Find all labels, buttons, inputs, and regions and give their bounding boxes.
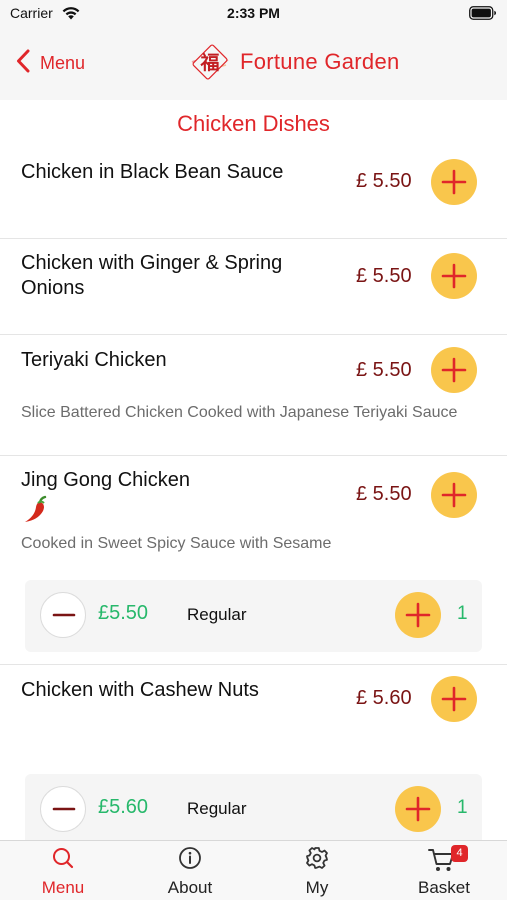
dish-name: Chicken with Cashew Nuts (21, 679, 259, 701)
back-button-label: Menu (40, 52, 86, 73)
brand-name: Fortune Garden (240, 49, 400, 74)
tab-label: My (305, 878, 329, 897)
dish-item: Chicken with Cashew Nuts £ 5.60 £5.60 Re… (0, 665, 507, 855)
add-to-basket-button[interactable] (431, 472, 477, 518)
plus-icon (405, 796, 431, 822)
tab-menu[interactable]: Menu (0, 841, 126, 900)
minus-icon (52, 613, 76, 617)
back-button[interactable]: Menu (16, 48, 85, 78)
plus-icon (441, 263, 467, 289)
brand-logo-glyph: 福 (199, 51, 219, 74)
option-quantity: 1 (457, 797, 468, 818)
tab-label: About (167, 878, 213, 897)
search-icon (53, 848, 74, 869)
option-label: Regular (187, 799, 247, 818)
option-quantity: 1 (457, 603, 468, 624)
plus-icon (405, 602, 431, 628)
dish-name: Teriyaki Chicken (21, 349, 167, 371)
option-row: £5.50 Regular 1 (25, 580, 482, 652)
tab-basket[interactable]: 4 Basket (381, 841, 507, 900)
option-price: £5.50 (98, 602, 149, 624)
dish-description: Slice Battered Chicken Cooked with Japan… (21, 404, 458, 421)
dish-price: £ 5.50 (356, 483, 412, 505)
section-title: Chicken Dishes (177, 111, 330, 136)
dish-item: Jing Gong Chicken £ 5.50 Cooked in Sweet… (0, 456, 507, 665)
dish-name: Chicken in Black Bean Sauce (21, 161, 284, 183)
nav-header: Menu 福 Fortune Garden (0, 26, 507, 100)
increase-quantity-button[interactable] (395, 786, 441, 832)
option-row: £5.60 Regular 1 (25, 774, 482, 846)
tab-about[interactable]: About (127, 841, 253, 900)
dish-name: Chicken with Ginger & Spring Onions (21, 252, 283, 299)
plus-icon (441, 357, 467, 383)
tab-bar: Menu About My 4 Basket (0, 840, 507, 900)
decrease-quantity-button[interactable] (40, 592, 86, 638)
dish-item: Teriyaki Chicken £ 5.50 Slice Battered C… (0, 335, 507, 456)
option-price: £5.60 (98, 796, 149, 818)
minus-icon (52, 807, 76, 811)
status-bar: Carrier 2:33 PM (0, 0, 507, 26)
dish-price: £ 5.60 (356, 687, 412, 709)
brand: 福 Fortune Garden (190, 42, 400, 82)
gear-icon (306, 847, 328, 869)
dish-description: Cooked in Sweet Spicy Sauce with Sesame (21, 535, 332, 552)
chevron-left-icon (16, 49, 30, 78)
decrease-quantity-button[interactable] (40, 786, 86, 832)
tab-label: Menu (41, 878, 85, 897)
dish-price: £ 5.50 (356, 265, 412, 287)
tab-my[interactable]: My (254, 841, 380, 900)
dish-price: £ 5.50 (356, 170, 412, 192)
option-label: Regular (187, 605, 247, 624)
increase-quantity-button[interactable] (395, 592, 441, 638)
info-icon (179, 847, 201, 869)
battery-icon (469, 6, 497, 25)
fortune-logo-icon: 福 (190, 42, 230, 82)
add-to-basket-button[interactable] (431, 347, 477, 393)
plus-icon (441, 482, 467, 508)
tab-label: Basket (418, 878, 470, 897)
add-to-basket-button[interactable] (431, 159, 477, 205)
add-to-basket-button[interactable] (431, 253, 477, 299)
dish-name: Jing Gong Chicken (21, 469, 190, 491)
basket-count-badge: 4 (451, 845, 468, 862)
dish-item: Chicken with Ginger & Spring Onions £ 5.… (0, 239, 507, 335)
plus-icon (441, 686, 467, 712)
plus-icon (441, 169, 467, 195)
dish-price: £ 5.50 (356, 359, 412, 381)
dish-item: Chicken in Black Bean Sauce £ 5.50 (0, 145, 507, 239)
add-to-basket-button[interactable] (431, 676, 477, 722)
chili-pepper-icon (21, 494, 51, 529)
status-time: 2:33 PM (227, 5, 280, 21)
